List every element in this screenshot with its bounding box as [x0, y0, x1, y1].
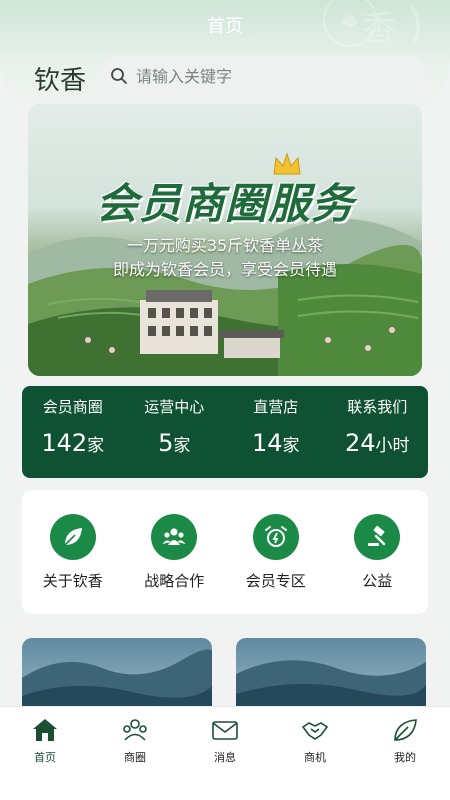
stat-label: 联系我们 [347, 398, 408, 416]
quick-link-label: 战略合作 [144, 572, 205, 590]
tab-home[interactable]: 首页 [0, 707, 90, 800]
gavel-icon [368, 525, 386, 546]
leaf-icon-badge [49, 514, 96, 560]
alarm-clock-icon-badge [252, 514, 299, 560]
search-bar[interactable] [98, 56, 428, 96]
banner-subtitle-line2: 即成为钦香会员，享受会员待遇 [112, 260, 337, 279]
home-icon [33, 719, 57, 741]
search-input[interactable] [136, 66, 416, 86]
promo-banner[interactable]: 会员商圈服务 一万元购买35斤钦香单丛茶 即成为钦香会员，享受会员待遇 [28, 104, 422, 376]
mail-icon [212, 721, 238, 740]
stat-value: 142 [41, 429, 88, 457]
stat-contact-us[interactable]: 联系我们 24小时 [327, 386, 429, 478]
quick-links-panel: 关于钦香 战略合作 会员专区 公益 [22, 490, 428, 614]
brand-name: 钦香 [34, 66, 87, 96]
stats-panel: 会员商圈 142家 运营中心 5家 直营店 14家 联系我们 24小时 [22, 386, 428, 478]
tab-business-circle[interactable]: 商圈 [90, 707, 180, 800]
stat-value: 5 [158, 429, 174, 457]
stat-direct-stores[interactable]: 直营店 14家 [225, 386, 327, 478]
leaf-icon [64, 528, 82, 546]
tab-label: 消息 [214, 751, 236, 764]
alarm-clock-icon [264, 526, 287, 547]
stat-unit: 家 [87, 436, 105, 456]
stat-member-circle[interactable]: 会员商圈 142家 [22, 386, 124, 478]
stat-value: 14 [251, 429, 283, 457]
tab-label: 商圈 [124, 751, 146, 764]
banner-title: 会员商圈服务 [95, 179, 354, 228]
tab-messages[interactable]: 消息 [180, 707, 270, 800]
tab-profile[interactable]: 我的 [360, 707, 450, 800]
stat-label: 直营店 [253, 398, 299, 416]
tab-label: 商机 [304, 751, 326, 764]
quick-link-strategic-cooperation[interactable]: 战略合作 [124, 490, 226, 614]
people-icon [162, 528, 186, 545]
tab-label: 首页 [34, 751, 56, 764]
quick-link-label: 关于钦香 [42, 572, 103, 590]
quick-link-about[interactable]: 关于钦香 [22, 490, 124, 614]
stat-label: 运营中心 [144, 398, 205, 416]
stat-operation-center[interactable]: 运营中心 5家 [124, 386, 226, 478]
tab-business-opportunities[interactable]: 商机 [270, 707, 360, 800]
search-icon [111, 68, 127, 84]
tab-label: 我的 [394, 751, 416, 764]
stat-value: 24 [344, 429, 376, 457]
circle-people-icon [123, 719, 147, 741]
quick-link-label: 公益 [362, 572, 393, 590]
stat-unit: 家 [282, 436, 300, 456]
stat-unit: 家 [173, 436, 191, 456]
gavel-icon-badge [354, 514, 401, 560]
quick-link-charity[interactable]: 公益 [327, 490, 429, 614]
nav-title: 首页 [207, 16, 243, 37]
leaf-outline-icon [394, 719, 417, 741]
bottom-tab-bar: 首页 商圈 消息 商机 我的 [0, 706, 450, 800]
stat-unit: 小时 [375, 436, 410, 456]
quick-link-member-zone[interactable]: 会员专区 [225, 490, 327, 614]
stat-label: 会员商圈 [42, 398, 103, 416]
banner-subtitle-line1: 一万元购买35斤钦香单丛茶 [126, 236, 324, 255]
people-icon-badge [151, 514, 198, 560]
handshake-icon [301, 722, 329, 740]
quick-link-label: 会员专区 [245, 572, 306, 590]
